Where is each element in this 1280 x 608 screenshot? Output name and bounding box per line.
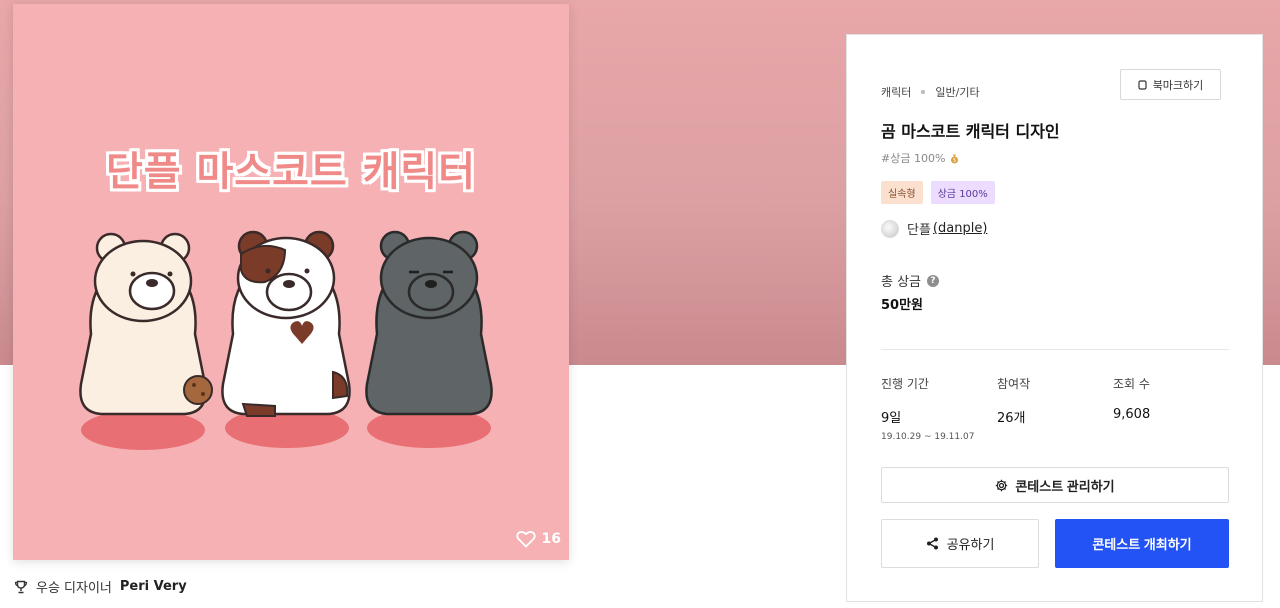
heart-icon[interactable]	[515, 530, 536, 548]
manage-contest-label: 콘테스트 관리하기	[1015, 478, 1115, 494]
breadcrumb-separator	[921, 90, 926, 94]
subcategory-link[interactable]: 일반/기타	[935, 84, 979, 100]
like-count: 16	[541, 531, 561, 547]
views-label: 조회 수	[1113, 377, 1150, 391]
winning-design-image[interactable]: 단플 마스코트 캐릭터 16	[13, 4, 569, 560]
hashtag: #상금 100% $	[881, 150, 960, 166]
svg-text:$: $	[953, 157, 956, 163]
period-label: 진행 기간	[881, 377, 929, 391]
total-prize-value: 50만원	[881, 298, 924, 313]
host-name: 단플	[907, 223, 931, 238]
bookmark-button[interactable]: 북마크하기	[1120, 69, 1221, 100]
winner-label: 우승 디자이너	[36, 581, 112, 596]
tag-value-type: 실속형	[881, 181, 923, 204]
entries-label: 참여작	[997, 377, 1031, 391]
trophy-icon	[14, 580, 28, 593]
open-contest-button[interactable]: 콘테스트 개최하기	[1055, 519, 1229, 568]
like-counter[interactable]: 16	[515, 530, 561, 548]
bear-mascots-illustration	[79, 230, 493, 450]
divider	[881, 349, 1229, 350]
views-value: 9,608	[1113, 407, 1151, 422]
entries-value: 26개	[997, 411, 1026, 426]
tag-prize: 상금 100%	[930, 181, 995, 204]
question-icon[interactable]: ?	[927, 274, 940, 287]
category-breadcrumb: 캐릭터 일반/기타	[881, 84, 980, 100]
stat-entries: 참여작 26개	[997, 375, 1107, 426]
gear-icon	[996, 479, 1008, 491]
share-icon	[926, 537, 938, 550]
winner-name[interactable]: Peri Very	[120, 579, 187, 594]
total-prize-label: 총 상금 ?	[881, 271, 940, 290]
winner-designer: 우승 디자이너 Peri Very	[14, 577, 187, 596]
bookmark-label: 북마크하기	[1152, 79, 1204, 92]
period-range: 19.10.29 ~ 19.11.07	[881, 432, 975, 442]
avatar	[881, 219, 899, 238]
host-info[interactable]: 단플 (danple)	[881, 219, 987, 238]
period-value: 9일	[881, 411, 902, 426]
host-handle[interactable]: (danple)	[933, 221, 987, 236]
bookmark-icon	[1138, 79, 1147, 90]
open-contest-label: 콘테스트 개최하기	[1092, 537, 1192, 552]
manage-contest-button[interactable]: 콘테스트 관리하기	[881, 467, 1229, 503]
category-link[interactable]: 캐릭터	[881, 84, 911, 100]
total-prize-text: 총 상금	[881, 275, 922, 290]
money-bag-icon: $	[951, 154, 959, 163]
stat-views: 조회 수 9,608	[1113, 375, 1223, 422]
share-label: 공유하기	[946, 537, 995, 552]
stat-period: 진행 기간 9일 19.10.29 ~ 19.11.07	[881, 375, 991, 442]
contest-title: 곰 마스코트 캐릭터 디자인	[881, 122, 1060, 141]
contest-tags: 실속형 상금 100%	[881, 181, 995, 204]
share-button[interactable]: 공유하기	[881, 519, 1039, 568]
hashtag-text[interactable]: #상금 100%	[881, 150, 945, 166]
contest-info-panel: 캐릭터 일반/기타 북마크하기 곰 마스코트 캐릭터 디자인 #상금 100% …	[846, 34, 1263, 602]
